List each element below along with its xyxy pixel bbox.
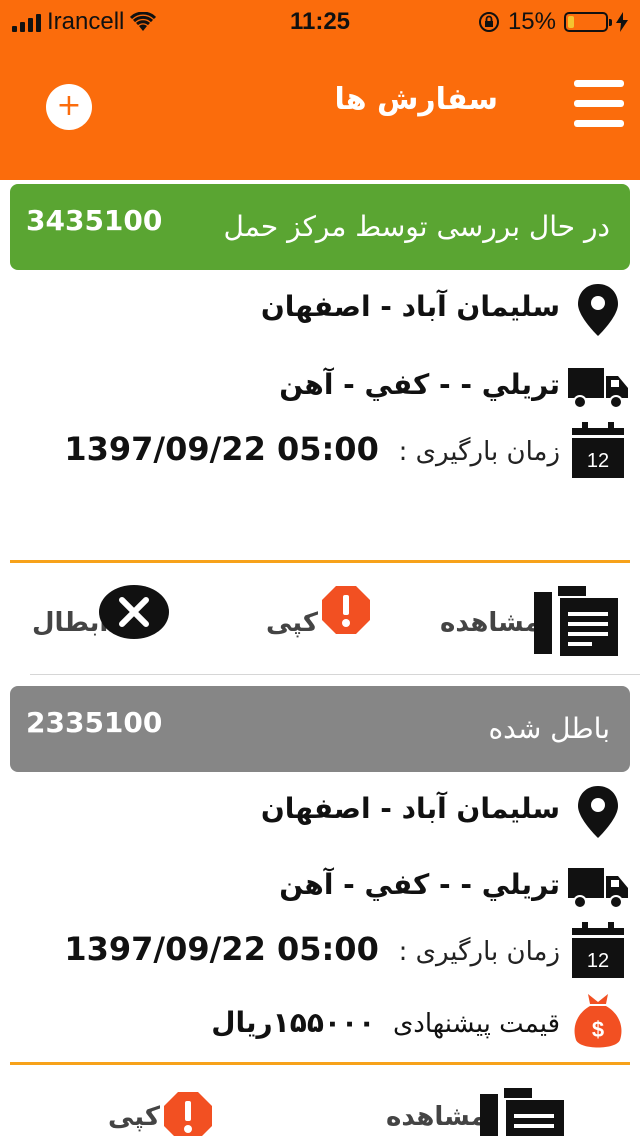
cargo-row: تريلي - - کفي - آهن <box>0 358 640 418</box>
price-label: قیمت پیشنهادی <box>392 1009 560 1039</box>
load-time-value: 1397/09/22 05:00 <box>64 430 379 468</box>
clipboard-icon <box>534 586 618 656</box>
order-id: 3435100 <box>26 204 163 237</box>
warning-icon <box>322 586 370 634</box>
order-status: در حال بررسی توسط مرکز حمل <box>223 210 610 243</box>
card-separator <box>30 674 640 675</box>
copy-label: کپی <box>266 608 319 638</box>
battery-percent: 15% <box>507 8 556 35</box>
copy-button[interactable]: کپی <box>106 1078 226 1136</box>
truck-icon <box>568 868 628 909</box>
add-order-button[interactable]: + <box>46 84 92 130</box>
copy-button[interactable]: کپی <box>264 578 384 678</box>
warning-icon <box>164 1092 212 1136</box>
price-row: $ قیمت پیشنهادی ۱۵۵۰۰۰ریال <box>0 988 640 1054</box>
svg-text:$: $ <box>592 1017 604 1042</box>
load-time-label: زمان بارگیری : <box>398 937 560 967</box>
truck-icon <box>568 368 628 409</box>
close-icon <box>99 585 169 639</box>
load-time-label: زمان بارگیری : <box>398 437 560 467</box>
calendar-day: 12 <box>587 950 609 972</box>
view-label: مشاهده <box>440 608 541 638</box>
calendar-day: 12 <box>587 450 609 472</box>
load-time-row: 12 زمان بارگیری : 1397/09/22 05:00 <box>0 920 640 984</box>
cancel-button[interactable]: ابطال <box>30 578 180 678</box>
device-status: 15% <box>478 8 628 36</box>
load-time-row: 12 زمان بارگیری : 1397/09/22 05:00 <box>0 420 640 484</box>
load-time-text: زمان بارگیری : 1397/09/22 05:00 <box>64 430 560 468</box>
route-text: سليمان آباد - اصفهان <box>260 792 560 825</box>
divider <box>10 1062 630 1065</box>
order-id: 2335100 <box>26 706 163 739</box>
view-button[interactable]: مشاهده <box>386 1078 576 1136</box>
cargo-text: تريلي - - کفي - آهن <box>279 368 560 401</box>
order-status: باطل شده <box>488 712 610 745</box>
hamburger-icon <box>574 80 624 87</box>
route-row: سليمان آباد - اصفهان <box>0 280 640 340</box>
location-pin-icon <box>578 786 618 838</box>
view-button[interactable]: مشاهده <box>440 578 630 678</box>
load-time-value: 1397/09/22 05:00 <box>64 930 379 968</box>
price-value: ۱۵۵۰۰۰ریال <box>211 1006 376 1039</box>
order-status-bar: باطل شده 2335100 <box>10 686 630 772</box>
status-bar: Irancell 11:25 15% <box>0 0 640 42</box>
cargo-text: تريلي - - کفي - آهن <box>279 868 560 901</box>
page-title: سفارش ها <box>334 82 498 117</box>
divider <box>10 560 630 563</box>
route-text: سليمان آباد - اصفهان <box>260 290 560 323</box>
location-pin-icon <box>578 284 618 336</box>
order-status-bar: در حال بررسی توسط مرکز حمل 3435100 <box>10 184 630 270</box>
menu-button[interactable] <box>574 80 624 128</box>
rotation-lock-icon <box>478 12 499 32</box>
order-actions: مشاهده کپی ابطال <box>0 578 640 678</box>
copy-label: کپی <box>108 1102 161 1132</box>
cancel-label: ابطال <box>32 608 109 638</box>
price-text: قیمت پیشنهادی ۱۵۵۰۰۰ریال <box>211 1006 560 1039</box>
charging-icon <box>616 12 628 32</box>
battery-icon <box>564 12 612 32</box>
money-bag-icon: $ <box>574 994 622 1048</box>
calendar-icon: 12 <box>572 422 624 478</box>
order-actions: مشاهده کپی <box>0 1078 640 1136</box>
clipboard-icon <box>480 1088 564 1136</box>
cargo-row: تريلي - - کفي - آهن <box>0 858 640 918</box>
load-time-text: زمان بارگیری : 1397/09/22 05:00 <box>64 930 560 968</box>
calendar-icon: 12 <box>572 922 624 978</box>
app-header: Irancell 11:25 15% + سفارش ها <box>0 0 640 180</box>
view-label: مشاهده <box>386 1102 487 1132</box>
route-row: سليمان آباد - اصفهان <box>0 782 640 842</box>
